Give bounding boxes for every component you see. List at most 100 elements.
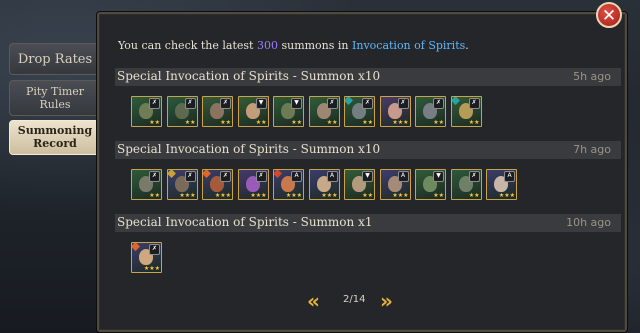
rarity-stars: ★★	[468, 192, 480, 199]
hero-portrait[interactable]: ✗ ★★★	[379, 96, 411, 127]
rarity-stars: ★★★	[143, 265, 160, 272]
tab-pity-timer-rules[interactable]: Pity Timer Rules	[9, 80, 101, 116]
rarity-stars: ★★	[326, 119, 338, 126]
rarity-stars: ★★	[362, 192, 373, 199]
info-text: You can check the latest 300 summons in …	[118, 39, 469, 52]
rarity-stars: ★★★	[321, 192, 338, 199]
faction-badge-icon: ✗	[468, 98, 480, 109]
hero-portrait[interactable]: ▼ ★★	[237, 96, 269, 127]
rarity-stars: ★★	[433, 192, 444, 199]
faction-badge-icon: ✗	[220, 171, 231, 182]
hero-portrait[interactable]: ▼ ★★	[415, 169, 446, 200]
summon-group-title: Special Invocation of Spirits - Summon x…	[117, 215, 373, 229]
summon-group-time: 7h ago	[573, 143, 611, 156]
tab-label: Drop Rates	[17, 52, 93, 67]
hero-portrait[interactable]: ▼ ★★	[344, 169, 375, 200]
hero-portrait[interactable]: A ★★★	[379, 169, 411, 200]
rarity-stars: ★★★	[392, 119, 409, 126]
hero-portrait[interactable]: ✗ ★★	[415, 96, 446, 127]
hero-portrait[interactable]: ✗ ★★	[166, 96, 198, 127]
summon-group-title: Special Invocation of Spirits - Summon x…	[117, 69, 381, 83]
faction-badge-icon: A	[291, 171, 302, 182]
summon-group-header: Special Invocation of Spirits - Summon x…	[115, 214, 621, 232]
faction-badge-icon: ✗	[184, 98, 196, 109]
double-chevron-left-icon: «	[307, 289, 320, 313]
summon-group-time: 10h ago	[566, 216, 611, 229]
hero-portrait[interactable]: ✗ ★★★	[202, 169, 233, 200]
rarity-stars: ★★★	[250, 192, 267, 199]
faction-badge-icon: ✗	[468, 171, 480, 182]
rarity-stars: ★★	[291, 119, 302, 126]
page-indicator: 2/14	[343, 294, 366, 305]
affinity-icon	[451, 97, 460, 105]
rarity-stars: ★★	[433, 119, 444, 126]
info-suffix: .	[465, 39, 469, 52]
faction-badge-icon: A	[397, 171, 409, 182]
hero-portrait[interactable]: ✗ ★★★	[131, 242, 162, 273]
tab-label: Rules	[39, 98, 71, 111]
hero-portrait[interactable]: ✗ ★★	[450, 169, 482, 200]
summon-group-title: Special Invocation of Spirits - Summon x…	[117, 142, 381, 156]
hero-portrait[interactable]: A ★★★	[486, 169, 517, 200]
close-button[interactable]: ✕	[596, 2, 622, 28]
hero-portrait[interactable]: ✗ ★★	[450, 96, 482, 127]
affinity-icon	[132, 243, 140, 251]
faction-badge-icon: A	[326, 171, 338, 182]
affinity-icon	[274, 170, 282, 178]
faction-badge-icon: ▼	[433, 171, 444, 182]
affinity-icon	[203, 170, 211, 178]
faction-badge-icon: ✗	[362, 98, 373, 109]
summon-group-header: Special Invocation of Spirits - Summon x…	[115, 68, 621, 86]
tab-drop-rates[interactable]: Drop Rates	[9, 43, 101, 75]
hero-portrait[interactable]: A ★★★	[273, 169, 304, 200]
summon-count: 300	[256, 39, 278, 52]
hero-portrait[interactable]: ✗ ★★	[202, 96, 233, 127]
next-page-button[interactable]: »	[380, 289, 393, 313]
hero-portrait[interactable]: ✗ ★★	[344, 96, 375, 127]
hero-portrait[interactable]: ▼ ★★	[273, 96, 304, 127]
faction-badge-icon: ✗	[149, 171, 160, 182]
faction-badge-icon: ▼	[255, 98, 267, 109]
faction-badge-icon: ✗	[397, 98, 409, 109]
summon-group-header: Special Invocation of Spirits - Summon x…	[115, 141, 621, 159]
rarity-stars: ★★	[149, 119, 160, 126]
double-chevron-right-icon: »	[380, 289, 393, 313]
hero-portrait[interactable]: ✗ ★★	[131, 169, 162, 200]
tab-label: Pity Timer	[25, 85, 85, 98]
faction-badge-icon: A	[504, 171, 515, 182]
faction-badge-icon: ✗	[149, 98, 160, 109]
info-prefix: You can check the latest	[118, 39, 257, 52]
rarity-stars: ★★★	[214, 192, 231, 199]
faction-badge-icon: ✗	[149, 244, 160, 255]
faction-badge-icon: ▼	[362, 171, 373, 182]
tab-summoning-record[interactable]: Summoning Record	[9, 120, 101, 155]
hero-portrait[interactable]: ✗ ★★	[308, 96, 340, 127]
rarity-stars: ★★★	[179, 192, 196, 199]
invocation-link[interactable]: Invocation of Spirits	[352, 39, 465, 52]
rarity-stars: ★★	[184, 119, 196, 126]
hero-portrait[interactable]: ✗ ★★★	[237, 169, 269, 200]
hero-portrait[interactable]: ✗ ★★	[131, 96, 162, 127]
summon-group-time: 5h ago	[573, 70, 611, 83]
faction-badge-icon: ✗	[326, 98, 338, 109]
tab-label: Record	[33, 137, 77, 150]
rarity-stars: ★★	[468, 119, 480, 126]
rarity-stars: ★★	[149, 192, 160, 199]
affinity-icon	[167, 170, 176, 178]
close-x-icon: ✕	[601, 6, 617, 26]
info-middle: summons in	[277, 39, 353, 52]
hero-portrait[interactable]: A ★★★	[308, 169, 340, 200]
faction-badge-icon: ✗	[433, 98, 444, 109]
faction-badge-icon: ✗	[255, 171, 267, 182]
rarity-stars: ★★★	[392, 192, 409, 199]
affinity-icon	[345, 97, 353, 105]
hero-portrait[interactable]: ✗ ★★★	[166, 169, 198, 200]
faction-badge-icon: ▼	[291, 98, 302, 109]
rarity-stars: ★★★	[498, 192, 515, 199]
rarity-stars: ★★★	[285, 192, 302, 199]
tab-label: Summoning	[17, 124, 93, 137]
rarity-stars: ★★	[362, 119, 373, 126]
faction-badge-icon: ✗	[184, 171, 196, 182]
rarity-stars: ★★	[255, 119, 267, 126]
prev-page-button[interactable]: «	[307, 289, 320, 313]
